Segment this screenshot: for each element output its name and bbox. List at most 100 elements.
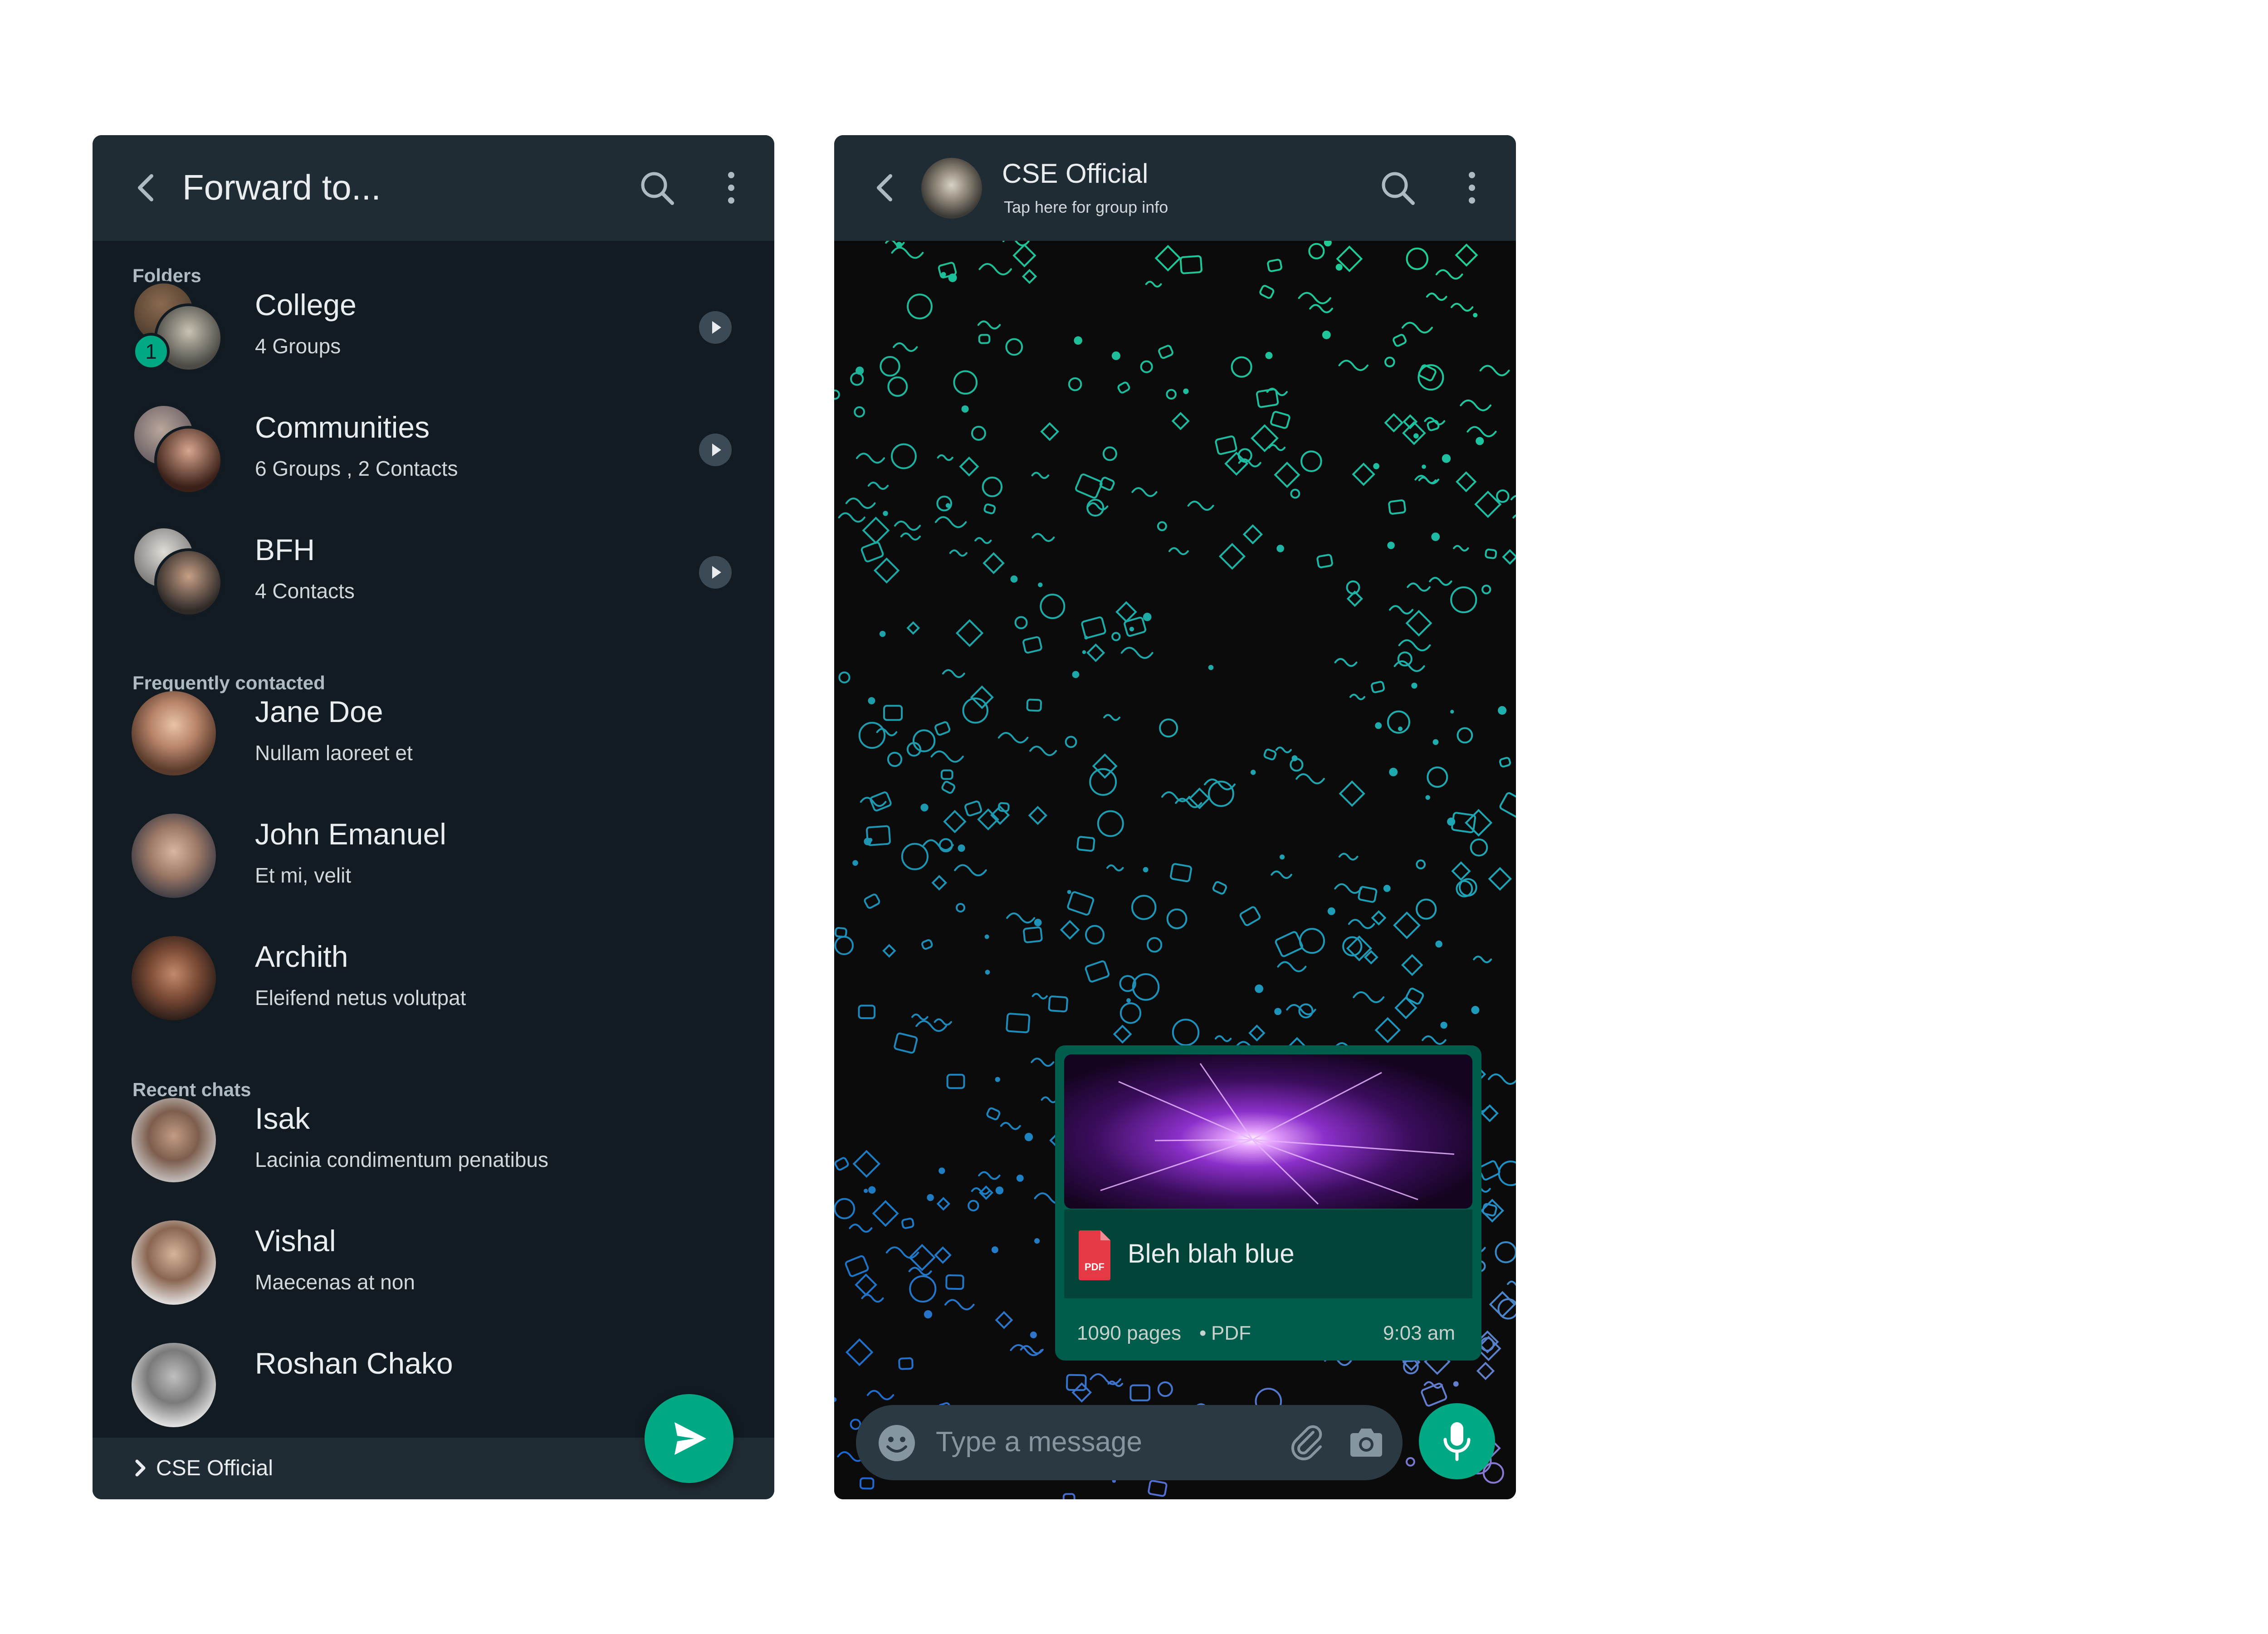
doodle-shape bbox=[1248, 1024, 1266, 1042]
doodle-shape bbox=[1371, 910, 1387, 926]
doodle-shape bbox=[943, 810, 967, 834]
folder-item-college[interactable]: 1 College 4 Groups bbox=[93, 260, 774, 383]
chat-header[interactable]: CSE Official Tap here for group info bbox=[834, 135, 1516, 241]
doodle-shape bbox=[855, 1273, 877, 1296]
doodle-shape bbox=[971, 425, 986, 441]
doodle-shape bbox=[1143, 867, 1149, 873]
doodle-shape bbox=[872, 1200, 899, 1227]
doodle-shape bbox=[838, 512, 865, 523]
doodle-shape bbox=[1239, 906, 1261, 926]
doodle-shape bbox=[1388, 499, 1406, 515]
doodle-shape bbox=[1166, 389, 1177, 400]
message-input[interactable]: Type a message bbox=[936, 1426, 1142, 1458]
contact-name: John Emanuel bbox=[255, 817, 446, 851]
doodle-shape bbox=[1263, 748, 1277, 761]
doodle-shape bbox=[1215, 435, 1237, 455]
back-icon[interactable] bbox=[129, 170, 165, 206]
doodle-shape bbox=[995, 1077, 1000, 1082]
chevron-right-icon[interactable] bbox=[699, 556, 732, 589]
doodle-shape bbox=[1111, 351, 1120, 361]
doodle-shape bbox=[1183, 388, 1189, 394]
message-input-bar[interactable]: Type a message bbox=[856, 1405, 1403, 1480]
doodle-shape bbox=[1502, 549, 1516, 565]
attach-icon[interactable] bbox=[1287, 1422, 1328, 1463]
doodle-shape bbox=[1431, 532, 1440, 541]
chat-title: CSE Official bbox=[1002, 158, 1149, 189]
doodle-shape bbox=[901, 843, 929, 870]
doodle-shape bbox=[937, 454, 953, 461]
doodle-shape bbox=[1416, 859, 1426, 869]
doodle-shape bbox=[934, 1018, 952, 1026]
document-attachment[interactable]: PDF Bleh blah blue bbox=[1064, 1210, 1472, 1298]
doodle-shape bbox=[1031, 1058, 1055, 1067]
doodle-shape bbox=[1488, 1073, 1516, 1085]
doodle-shape bbox=[1435, 269, 1463, 280]
doodle-shape bbox=[883, 705, 903, 721]
doodle-shape bbox=[1060, 920, 1080, 940]
back-icon[interactable] bbox=[868, 170, 904, 206]
folder-item-bfh[interactable]: BFH 4 Contacts bbox=[93, 505, 774, 628]
doodle-shape bbox=[1132, 973, 1160, 1001]
search-icon[interactable] bbox=[638, 169, 676, 207]
forward-screen: Forward to... Folders 1 College 4 Groups… bbox=[93, 135, 774, 1499]
doodle-shape bbox=[1157, 521, 1167, 532]
contact-sub: Et mi, velit bbox=[255, 863, 352, 887]
doodle-shape bbox=[986, 1107, 1001, 1121]
doodle-shape bbox=[1295, 773, 1325, 785]
doodle-shape bbox=[1418, 364, 1437, 381]
doodle-shape bbox=[891, 247, 924, 259]
doodle-shape bbox=[1072, 671, 1080, 678]
chat-item-vishal[interactable]: Vishal Maecenas at non bbox=[93, 1196, 774, 1319]
doodle-shape bbox=[954, 864, 987, 877]
doodle-shape bbox=[849, 1224, 873, 1233]
doodle-shape bbox=[1384, 413, 1404, 433]
doodle-shape bbox=[863, 1189, 868, 1193]
doodle-shape bbox=[1089, 768, 1117, 796]
doodle-shape bbox=[882, 944, 896, 958]
doodle-shape bbox=[1398, 726, 1403, 732]
doodle-shape bbox=[997, 732, 1029, 744]
doodle-shape bbox=[887, 751, 903, 767]
doodle-shape bbox=[1022, 268, 1037, 284]
doodle-shape bbox=[1179, 255, 1202, 274]
mic-button[interactable] bbox=[1419, 1403, 1495, 1479]
more-vert-icon[interactable] bbox=[722, 169, 740, 207]
doodle-shape bbox=[1512, 514, 1516, 519]
send-icon bbox=[675, 1422, 706, 1455]
doodle-shape bbox=[1407, 582, 1431, 592]
contact-item-archith[interactable]: Archith Eleifend netus volutpat bbox=[93, 912, 774, 1034]
doodle-shape bbox=[1276, 545, 1284, 552]
doodle-shape bbox=[974, 537, 992, 544]
doodle-shape bbox=[1068, 377, 1082, 391]
chevron-right-icon[interactable] bbox=[699, 311, 732, 344]
doodle-shape bbox=[1076, 836, 1095, 852]
doodle-shape bbox=[1106, 864, 1124, 872]
doodle-shape bbox=[978, 1171, 1001, 1180]
contact-sub: Nullam laoreet et bbox=[255, 741, 413, 765]
doodle-shape bbox=[1480, 1199, 1504, 1223]
doodle-shape bbox=[876, 728, 898, 737]
avatar[interactable] bbox=[921, 158, 982, 219]
contact-item-jane-doe[interactable]: Jane Doe Nullam laoreet et bbox=[93, 667, 774, 790]
doodle-shape bbox=[1065, 736, 1077, 748]
doodle-shape bbox=[1062, 1493, 1075, 1499]
avatar bbox=[132, 526, 223, 617]
doodle-shape bbox=[1154, 245, 1182, 272]
contact-item-john-emanuel[interactable]: John Emanuel Et mi, velit bbox=[93, 790, 774, 912]
doodle-shape bbox=[1280, 854, 1285, 860]
doodle-shape bbox=[866, 1390, 894, 1400]
camera-icon[interactable] bbox=[1346, 1422, 1387, 1463]
emoji-icon[interactable] bbox=[877, 1423, 917, 1463]
folder-item-communities[interactable]: Communities 6 Groups , 2 Contacts bbox=[93, 383, 774, 505]
chat-item-isak[interactable]: Isak Lacinia condimentum penatibus bbox=[93, 1074, 774, 1196]
send-button[interactable] bbox=[645, 1394, 733, 1483]
avatar bbox=[132, 814, 216, 898]
search-icon[interactable] bbox=[1378, 169, 1417, 207]
page-title: Forward to... bbox=[182, 167, 381, 207]
more-vert-icon[interactable] bbox=[1463, 169, 1481, 207]
chevron-right-icon[interactable] bbox=[699, 434, 732, 466]
contact-name: Archith bbox=[255, 940, 348, 973]
doodle-shape bbox=[1129, 626, 1134, 632]
doodle-shape bbox=[946, 1073, 965, 1089]
message-bubble[interactable]: PDF Bleh blah blue 1090 pages • PDF 9:03… bbox=[1055, 1045, 1481, 1361]
